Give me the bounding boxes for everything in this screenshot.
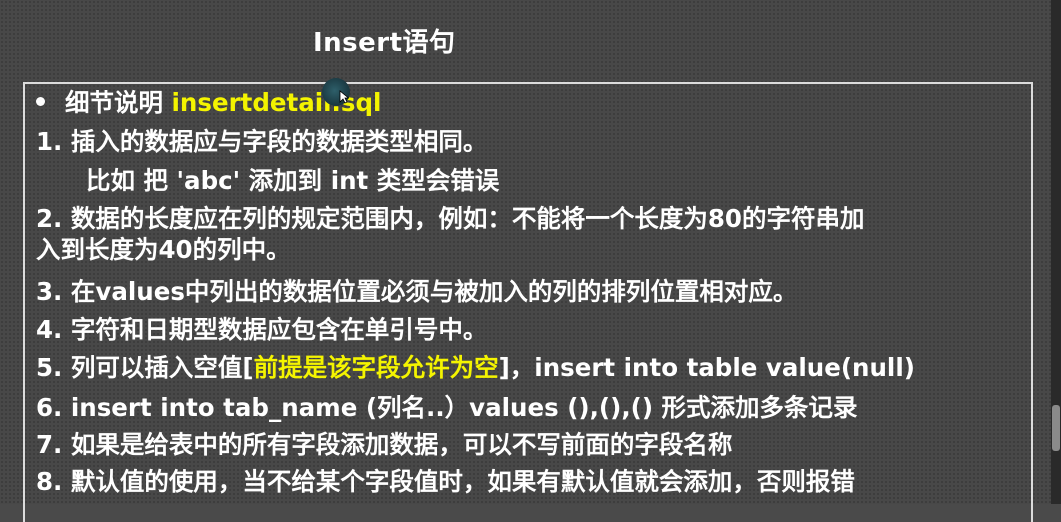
slide-title: Insert语句	[313, 28, 456, 58]
scrollbar-track[interactable]	[1051, 0, 1061, 504]
item-2-line-2: 入到长度为40的列中。	[36, 235, 291, 264]
item-1-example: 比如 把 'abc' 添加到 int 类型会错误	[86, 166, 500, 195]
detail-label: 细节说明	[65, 88, 172, 117]
item-5-suffix: ]，insert into table value(null)	[498, 353, 915, 382]
item-5-highlight: 前提是该字段允许为空	[253, 353, 499, 382]
item-6: 6. insert into tab_name (列名..）values (),…	[36, 393, 858, 422]
bullet-icon	[36, 96, 45, 106]
scrollbar-thumb[interactable]	[1052, 405, 1060, 451]
item-4: 4. 字符和日期型数据应包含在单引号中。	[36, 315, 488, 344]
item-8: 8. 默认值的使用，当不给某个字段值时，如果有默认值就会添加，否则报错	[36, 467, 855, 496]
slide: Insert语句 细节说明 insertdetail.sql 1. 插入的数据应…	[0, 0, 1061, 522]
item-5: 5. 列可以插入空值[前提是该字段允许为空]，insert into table…	[36, 353, 915, 383]
item-7: 7. 如果是给表中的所有字段添加数据，可以不写前面的字段名称	[36, 430, 733, 459]
item-1: 1. 插入的数据应与字段的数据类型相同。	[36, 127, 488, 156]
item-2-line-1: 2. 数据的长度应在列的规定范围内，例如：不能将一个长度为80的字符串加	[36, 204, 865, 233]
item-5-prefix: 5. 列可以插入空值[	[36, 353, 254, 382]
item-3: 3. 在values中列出的数据位置必须与被加入的列的排列位置相对应。	[36, 277, 798, 306]
cursor-icon	[339, 90, 349, 104]
